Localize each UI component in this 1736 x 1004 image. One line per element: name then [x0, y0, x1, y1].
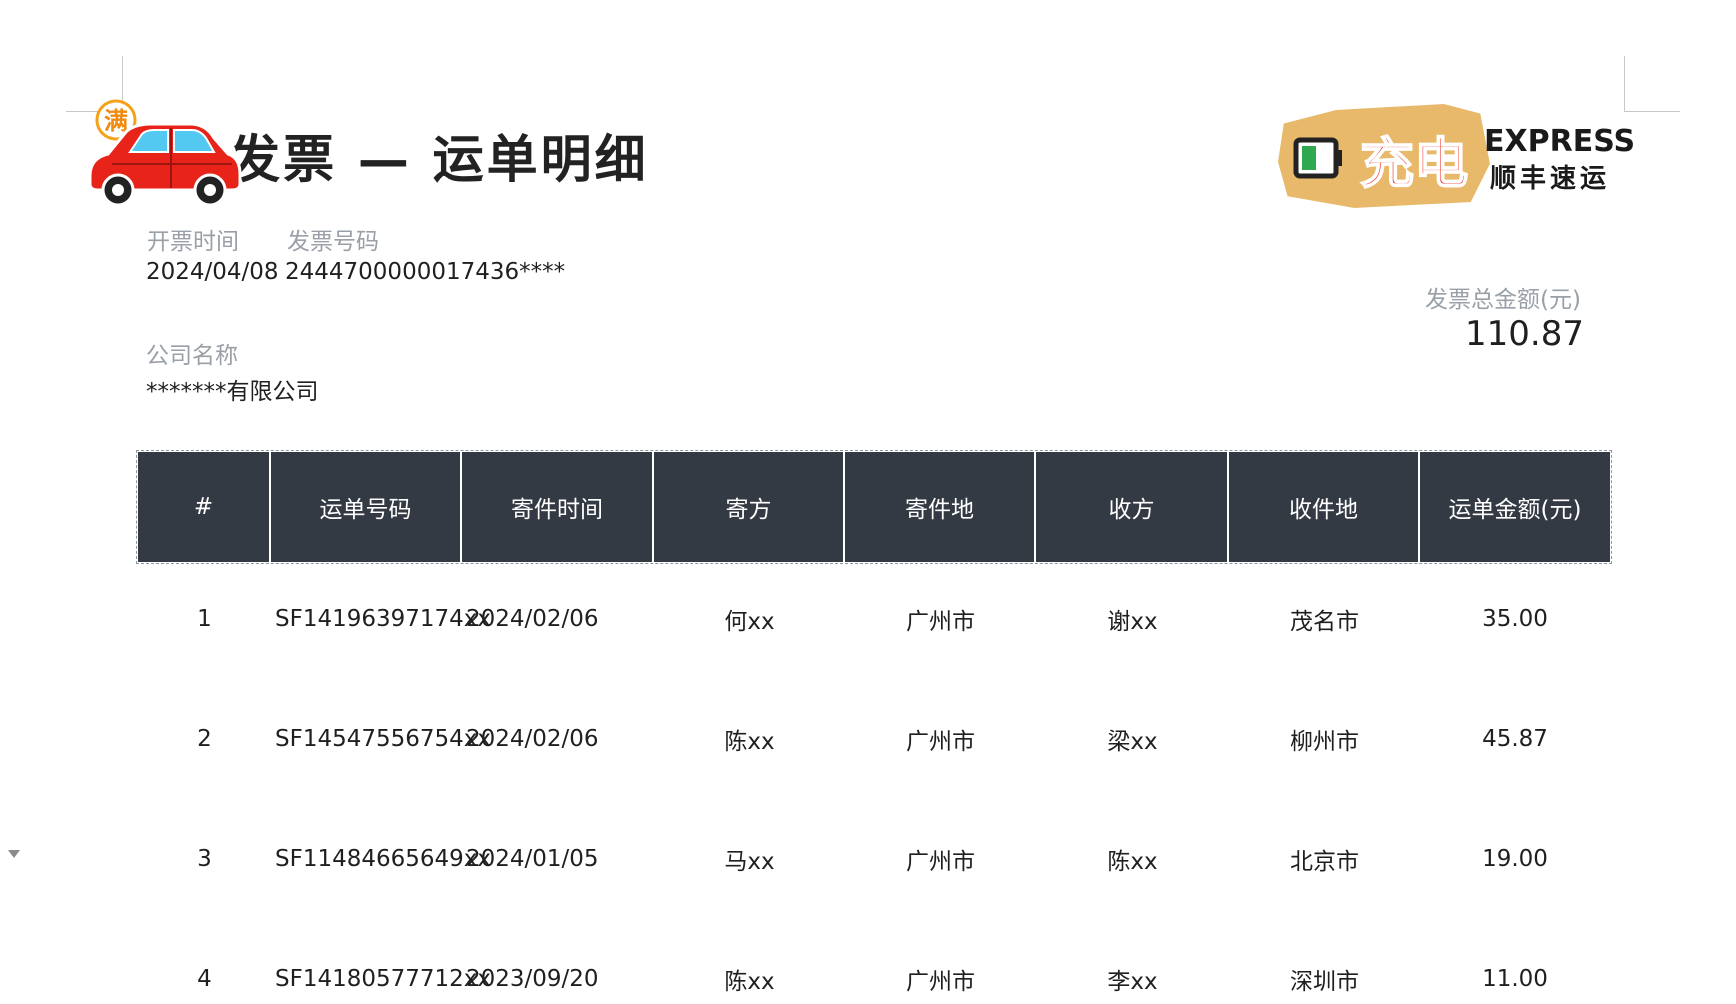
brand-express: EXPRESS [1484, 124, 1636, 159]
table-row: 1 SF14196397174xx 2024/02/06 何xx 广州市 谢xx… [138, 594, 1610, 644]
cell-destination: 北京市 [1290, 849, 1359, 875]
table-header: # 运单号码 寄件时间 寄方 寄件地 收方 收件地 运单金额(元) [136, 450, 1612, 564]
cell-receiver: 李xx [1107, 969, 1158, 995]
cell-sender: 马xx [724, 849, 775, 875]
column-header-receiver: 收方 [1036, 452, 1229, 562]
cell-send-time: 2024/01/05 [466, 846, 599, 872]
charging-sticker-icon: 充电 [1276, 100, 1495, 212]
cell-index: 2 [197, 726, 212, 752]
cell-sender: 何xx [724, 609, 775, 635]
column-header-origin: 寄件地 [845, 452, 1036, 562]
cell-send-time: 2024/02/06 [466, 606, 599, 632]
cell-origin: 广州市 [906, 729, 975, 755]
column-header-destination: 收件地 [1229, 452, 1420, 562]
cell-origin: 广州市 [906, 609, 975, 635]
column-header-index: # [138, 452, 271, 562]
column-header-send-time: 寄件时间 [462, 452, 654, 562]
column-header-waybill-no: 运单号码 [271, 452, 462, 562]
cell-index: 4 [197, 966, 212, 992]
cell-send-time: 2023/09/20 [466, 966, 599, 992]
cell-destination: 柳州市 [1290, 729, 1359, 755]
invoice-time-value: 2024/04/08 [146, 259, 279, 285]
cell-waybill-no: SF14196397174xx [275, 606, 492, 632]
page-title: -发票 — 运单明细 [205, 131, 649, 190]
table-row: 2 SF14547556754xx 2024/02/06 陈xx 广州市 梁xx… [138, 714, 1610, 764]
cell-sender: 陈xx [724, 969, 775, 995]
cell-index: 1 [197, 606, 212, 632]
column-header-sender: 寄方 [654, 452, 845, 562]
brand-cn: 顺丰速运 [1490, 164, 1611, 194]
table-row: 3 SF11484665649xx 2024/01/05 马xx 广州市 陈xx… [138, 834, 1610, 884]
cell-destination: 深圳市 [1290, 969, 1359, 995]
invoice-number-value: 2444700000017436**** [285, 259, 566, 285]
invoice-time-label: 开票时间 [147, 229, 239, 255]
scroll-down-arrow-icon[interactable] [8, 850, 20, 858]
cell-index: 3 [197, 846, 212, 872]
cell-receiver: 谢xx [1107, 609, 1158, 635]
cell-waybill-no: SF11484665649xx [275, 846, 492, 872]
cell-amount: 45.87 [1482, 726, 1548, 752]
company-name-label: 公司名称 [146, 343, 238, 369]
company-name-value: *******有限公司 [146, 379, 319, 405]
crop-mark [1624, 111, 1680, 112]
charging-sticker-text: 充电 [1360, 132, 1468, 195]
cell-send-time: 2024/02/06 [466, 726, 599, 752]
column-header-amount: 运单金额(元) [1448, 497, 1582, 523]
total-amount-value: 110.87 [1465, 314, 1584, 354]
cell-destination: 茂名市 [1290, 609, 1359, 635]
crop-mark [1624, 56, 1625, 112]
cell-sender: 陈xx [724, 729, 775, 755]
cell-amount: 35.00 [1482, 606, 1548, 632]
car-sticker-text: 满 [104, 107, 128, 135]
cell-waybill-no: SF14180577712xx [275, 966, 492, 992]
car-sticker-icon: 满 [88, 99, 242, 207]
cell-receiver: 梁xx [1107, 729, 1158, 755]
invoice-number-label: 发票号码 [287, 229, 379, 255]
cell-waybill-no: SF14547556754xx [275, 726, 492, 752]
cell-origin: 广州市 [906, 849, 975, 875]
cell-amount: 19.00 [1482, 846, 1548, 872]
cell-receiver: 陈xx [1107, 849, 1158, 875]
cell-amount: 11.00 [1482, 966, 1548, 992]
total-amount-label: 发票总金额(元) [1425, 287, 1581, 313]
cell-origin: 广州市 [906, 969, 975, 995]
table-row: 4 SF14180577712xx 2023/09/20 陈xx 广州市 李xx… [138, 954, 1610, 1004]
